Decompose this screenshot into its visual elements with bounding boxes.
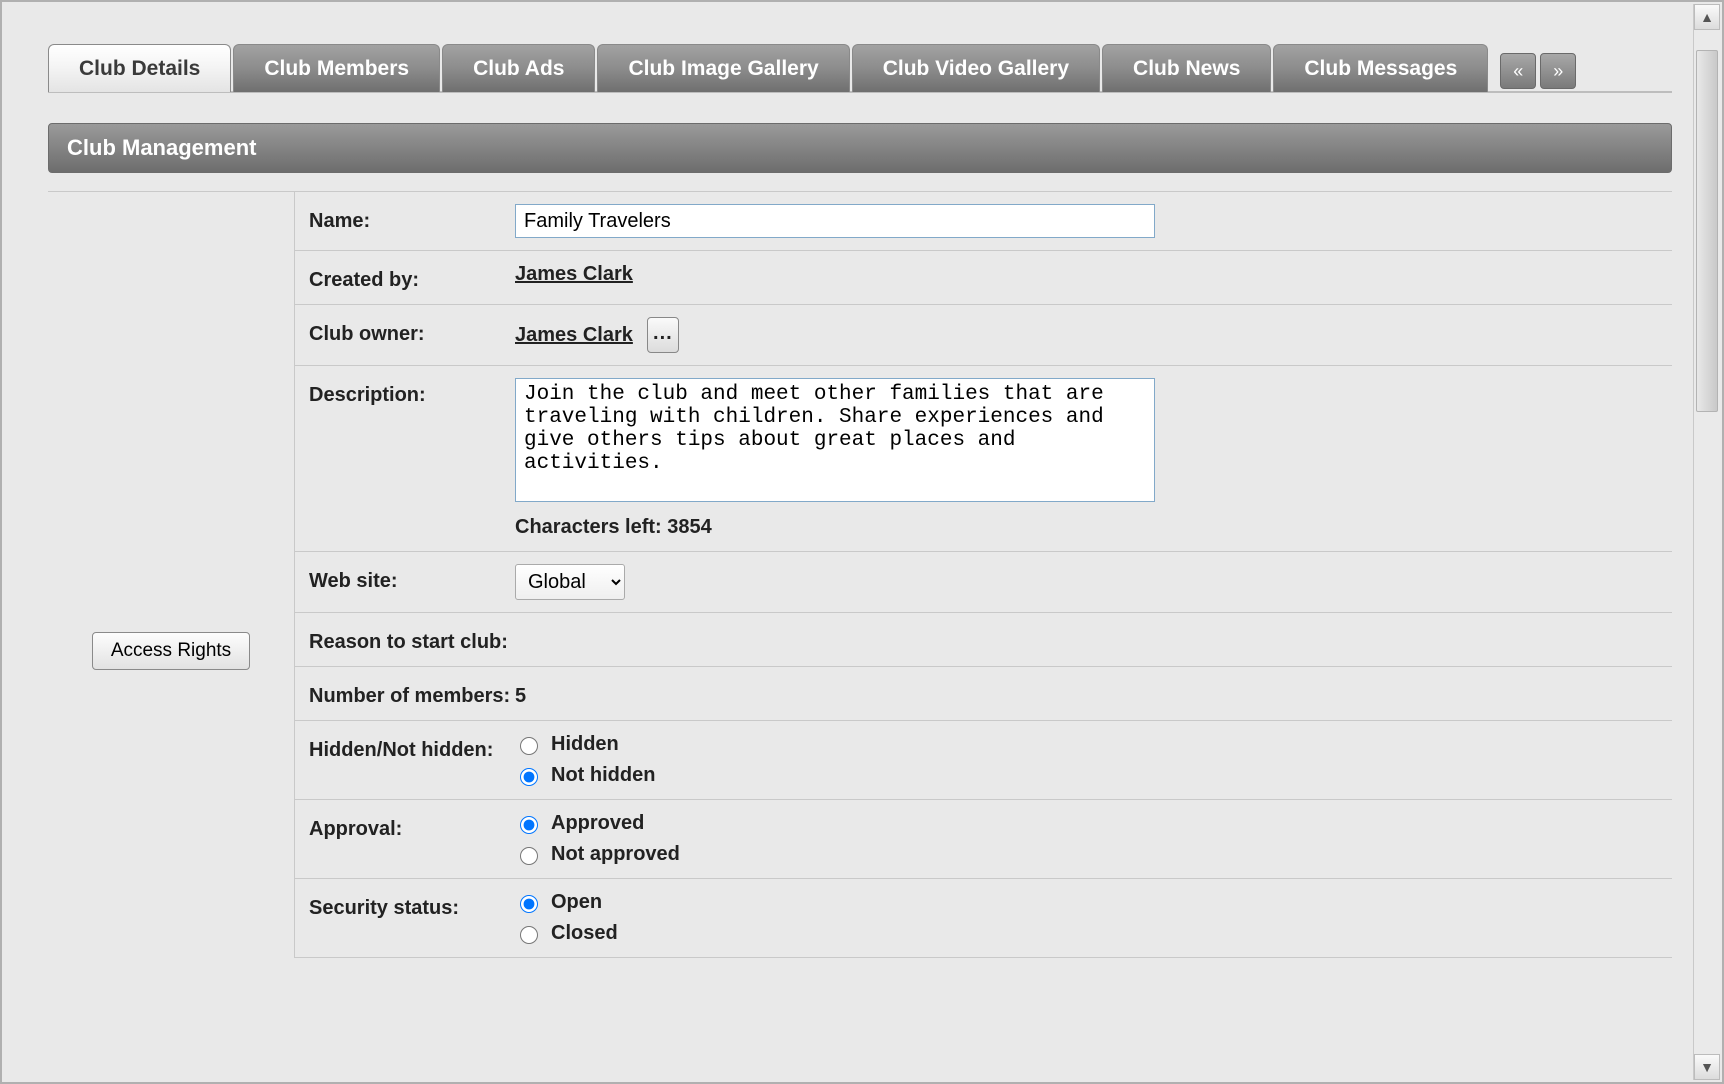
radio-not-approved-input[interactable] bbox=[520, 847, 538, 865]
name-input[interactable] bbox=[515, 204, 1155, 238]
tabs-scroll-right-button[interactable]: » bbox=[1540, 53, 1576, 89]
ellipsis-icon: ... bbox=[653, 322, 673, 345]
scroll-thumb[interactable] bbox=[1696, 50, 1718, 412]
radio-open[interactable]: Open bbox=[515, 891, 1662, 914]
label-approval: Approval: bbox=[309, 812, 515, 866]
row-members: Number of members: 5 bbox=[295, 667, 1672, 721]
section-header: Club Management bbox=[48, 123, 1672, 173]
row-hidden: Hidden/Not hidden: Hidden Not hidden bbox=[295, 721, 1672, 800]
button-label: Access Rights bbox=[111, 640, 231, 661]
row-reason: Reason to start club: bbox=[295, 613, 1672, 667]
radio-label: Closed bbox=[551, 922, 618, 945]
label-security: Security status: bbox=[309, 891, 515, 945]
radio-label: Not approved bbox=[551, 843, 680, 866]
row-security: Security status: Open Closed bbox=[295, 879, 1672, 958]
radio-hidden-input[interactable] bbox=[520, 737, 538, 755]
label-website: Web site: bbox=[309, 564, 515, 600]
tab-label: Club News bbox=[1133, 57, 1240, 81]
chevron-up-icon: ▲ bbox=[1700, 9, 1714, 25]
tab-club-members[interactable]: Club Members bbox=[233, 44, 440, 92]
row-website: Web site: Global bbox=[295, 552, 1672, 613]
chevron-right-icon: » bbox=[1553, 61, 1563, 82]
radio-approved[interactable]: Approved bbox=[515, 812, 1662, 835]
vertical-scrollbar[interactable]: ▲ ▼ bbox=[1693, 4, 1720, 1080]
created-by-link[interactable]: James Clark bbox=[515, 263, 1662, 286]
radio-not-hidden[interactable]: Not hidden bbox=[515, 764, 1662, 787]
radio-not-approved[interactable]: Not approved bbox=[515, 843, 1662, 866]
members-value: 5 bbox=[515, 679, 1662, 708]
row-approval: Approval: Approved Not approved bbox=[295, 800, 1672, 879]
row-name: Name: bbox=[295, 192, 1672, 251]
radio-label: Approved bbox=[551, 812, 644, 835]
label-owner: Club owner: bbox=[309, 317, 515, 353]
form-column: Name: Created by: James Clark Club owner… bbox=[294, 191, 1672, 958]
radio-label: Not hidden bbox=[551, 764, 655, 787]
description-textarea[interactable] bbox=[515, 378, 1155, 502]
tab-label: Club Ads bbox=[473, 57, 564, 81]
section-title: Club Management bbox=[67, 135, 256, 161]
form-wrap: Access Rights Name: Created by: James Cl… bbox=[48, 191, 1672, 958]
label-members: Number of members: bbox=[309, 679, 515, 708]
label-description: Description: bbox=[309, 378, 515, 539]
app-window: Club Details Club Members Club Ads Club … bbox=[0, 0, 1724, 1084]
label-created-by: Created by: bbox=[309, 263, 515, 292]
tab-club-ads[interactable]: Club Ads bbox=[442, 44, 595, 92]
scroll-up-button[interactable]: ▲ bbox=[1694, 4, 1720, 30]
radio-hidden[interactable]: Hidden bbox=[515, 733, 1662, 756]
tab-club-messages[interactable]: Club Messages bbox=[1273, 44, 1488, 92]
radio-closed[interactable]: Closed bbox=[515, 922, 1662, 945]
viewport: Club Details Club Members Club Ads Club … bbox=[4, 4, 1692, 1080]
content-area: Club Details Club Members Club Ads Club … bbox=[4, 4, 1692, 958]
radio-approved-input[interactable] bbox=[520, 816, 538, 834]
label-name: Name: bbox=[309, 204, 515, 238]
tab-club-news[interactable]: Club News bbox=[1102, 44, 1271, 92]
access-rights-button[interactable]: Access Rights bbox=[92, 632, 250, 670]
radio-not-hidden-input[interactable] bbox=[520, 768, 538, 786]
side-column: Access Rights bbox=[48, 191, 294, 958]
radio-label: Open bbox=[551, 891, 602, 914]
row-description: Description: Characters left: 3854 bbox=[295, 366, 1672, 552]
tab-club-image-gallery[interactable]: Club Image Gallery bbox=[597, 44, 849, 92]
row-owner: Club owner: James Clark ... bbox=[295, 305, 1672, 366]
row-created-by: Created by: James Clark bbox=[295, 251, 1672, 305]
label-reason: Reason to start club: bbox=[309, 625, 508, 654]
tab-label: Club Messages bbox=[1304, 57, 1457, 81]
tab-label: Club Image Gallery bbox=[628, 57, 818, 81]
tab-club-details[interactable]: Club Details bbox=[48, 44, 231, 92]
tabs-scroll-left-button[interactable]: « bbox=[1500, 53, 1536, 89]
tab-label: Club Video Gallery bbox=[883, 57, 1069, 81]
chevron-down-icon: ▼ bbox=[1700, 1059, 1714, 1075]
radio-open-input[interactable] bbox=[520, 895, 538, 913]
radio-label: Hidden bbox=[551, 733, 619, 756]
website-select[interactable]: Global bbox=[515, 564, 625, 600]
characters-left: Characters left: 3854 bbox=[515, 516, 1662, 539]
radio-closed-input[interactable] bbox=[520, 926, 538, 944]
scroll-down-button[interactable]: ▼ bbox=[1694, 1054, 1720, 1080]
tab-label: Club Details bbox=[79, 57, 200, 81]
owner-picker-button[interactable]: ... bbox=[647, 317, 679, 353]
chevron-left-icon: « bbox=[1513, 61, 1523, 82]
tabs-bar: Club Details Club Members Club Ads Club … bbox=[48, 44, 1672, 92]
tab-label: Club Members bbox=[264, 57, 409, 81]
owner-link[interactable]: James Clark bbox=[515, 324, 633, 347]
scroll-track[interactable] bbox=[1694, 30, 1720, 1054]
tab-club-video-gallery[interactable]: Club Video Gallery bbox=[852, 44, 1100, 92]
label-hidden: Hidden/Not hidden: bbox=[309, 733, 515, 787]
tab-nav: « » bbox=[1496, 44, 1576, 92]
